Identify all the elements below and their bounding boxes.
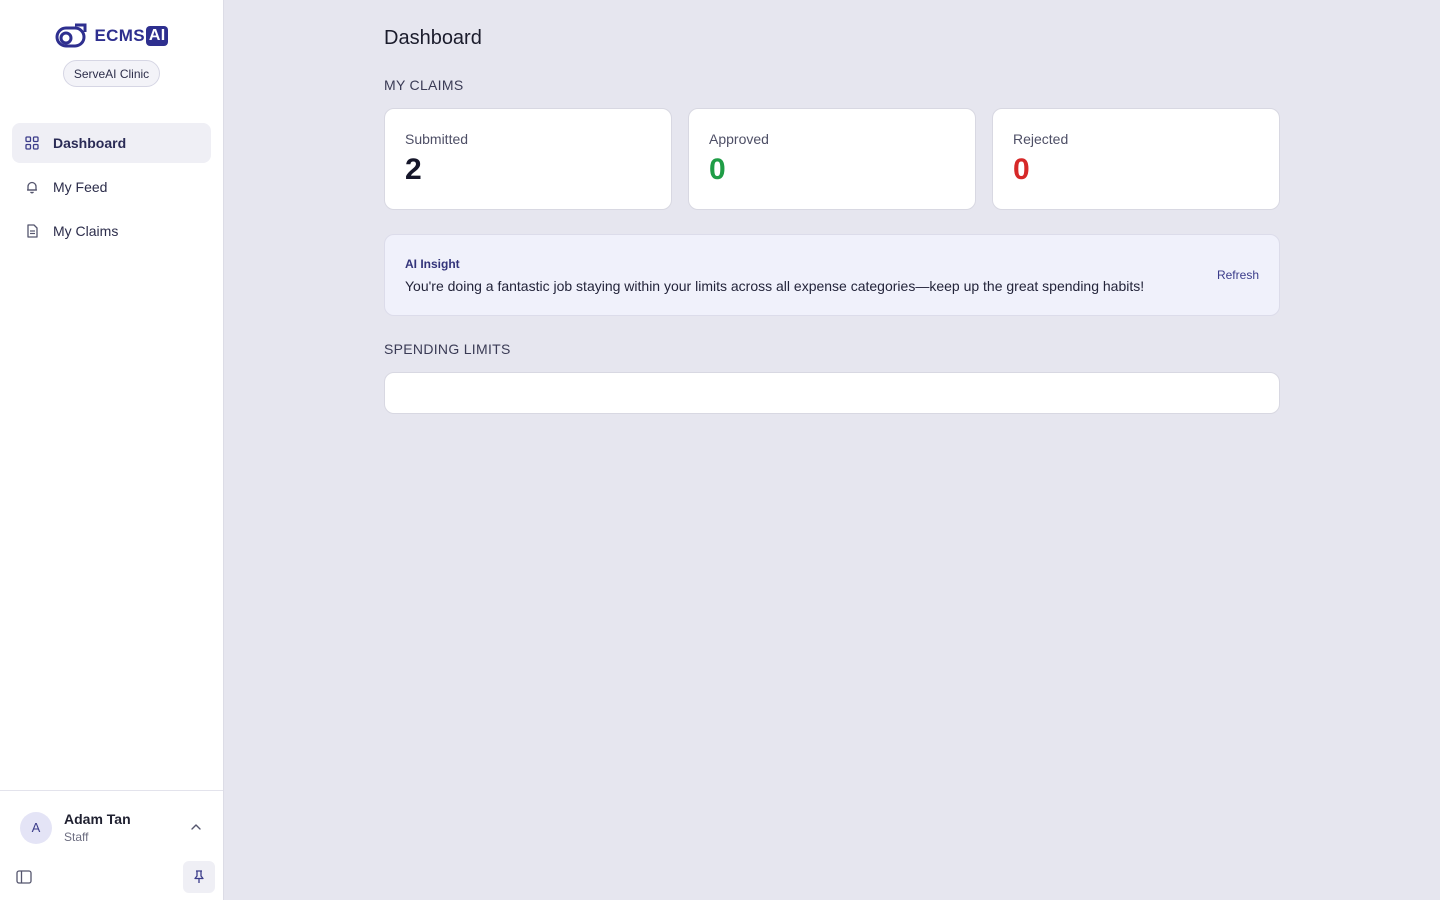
stat-card-approved[interactable]: Approved 0	[688, 108, 976, 210]
spending-limits-heading: SPENDING LIMITS	[384, 341, 511, 357]
grid-icon	[25, 136, 39, 150]
sidebar-item-my-claims[interactable]: My Claims	[12, 211, 211, 251]
stat-value: 2	[405, 153, 422, 186]
claims-stats: Submitted 2 Approved 0 Rejected 0	[384, 108, 1280, 210]
spending-limits-panel	[384, 372, 1280, 414]
document-icon	[27, 224, 38, 238]
stat-label: Rejected	[1013, 131, 1069, 147]
sidebar-item-dashboard[interactable]: Dashboard	[12, 123, 211, 163]
brand-name-text: ECMS	[94, 26, 145, 45]
logo-icon	[55, 23, 87, 48]
stat-card-submitted[interactable]: Submitted 2	[384, 108, 672, 210]
refresh-button[interactable]: Refresh	[1217, 268, 1259, 282]
brand-name: ECMS AI	[95, 26, 169, 46]
sidebar-item-my-feed[interactable]: My Feed	[12, 167, 211, 207]
brand-ai-badge: AI	[145, 26, 169, 46]
stat-label: Approved	[709, 131, 769, 147]
sidebar-nav: Dashboard My Feed My Claims	[12, 123, 211, 255]
sidebar: ECMSAI ServeAI Clinic Dashboard My Feed	[0, 0, 224, 900]
sidebar-item-label: My Claims	[53, 223, 119, 239]
user-info: Adam Tan Staff	[64, 811, 131, 844]
pin-sidebar-button[interactable]	[183, 861, 215, 893]
stat-value: 0	[709, 153, 726, 186]
sidebar-item-label: Dashboard	[53, 135, 127, 151]
sidebar-item-label: My Feed	[53, 179, 108, 195]
stat-label: Submitted	[405, 131, 469, 147]
pin-icon	[194, 870, 204, 883]
organization-badge[interactable]: ServeAI Clinic	[63, 60, 160, 87]
avatar: A	[20, 811, 52, 844]
stat-value: 0	[1013, 153, 1030, 186]
sidebar-footer: A Adam Tan Staff	[0, 790, 223, 900]
user-menu[interactable]: A Adam Tan Staff	[20, 811, 131, 844]
user-name: Adam Tan	[64, 811, 131, 827]
sidebar-toggle-icon[interactable]	[16, 870, 32, 884]
chevron-up-icon[interactable]	[189, 820, 203, 834]
stat-card-rejected[interactable]: Rejected 0	[992, 108, 1280, 210]
ai-insight-title: AI Insight	[405, 257, 460, 271]
brand-logo[interactable]: ECMS AI	[0, 22, 223, 50]
ai-insight-text: You're doing a fantastic job staying wit…	[405, 278, 1145, 294]
my-claims-heading: MY CLAIMS	[384, 77, 464, 93]
ai-insight-card: AI Insight You're doing a fantastic job …	[384, 234, 1280, 316]
bell-icon	[27, 181, 37, 194]
user-role: Staff	[64, 830, 89, 844]
page-title: Dashboard	[384, 27, 482, 49]
